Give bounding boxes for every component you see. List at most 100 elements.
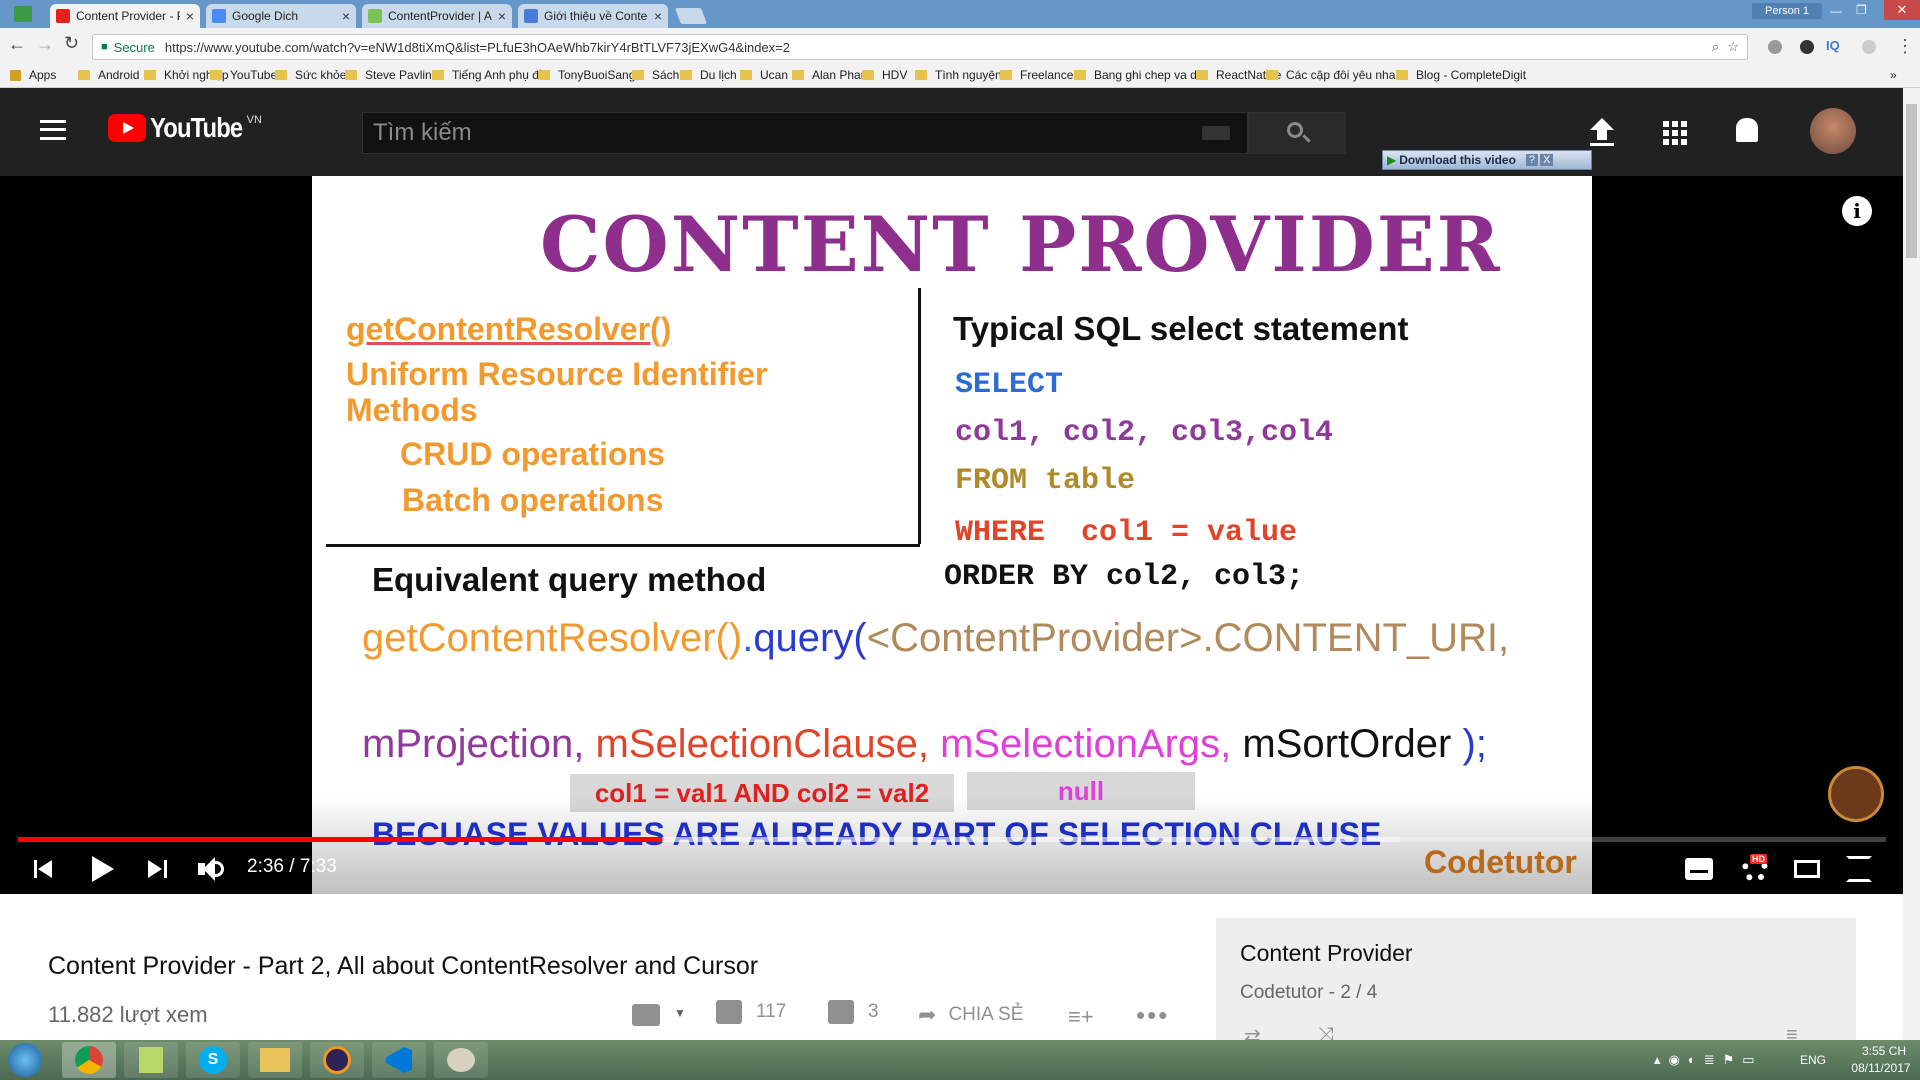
folder-icon <box>78 70 90 80</box>
minimize-icon[interactable]: — <box>1830 4 1842 18</box>
taskbar-vscode-icon[interactable] <box>372 1042 426 1078</box>
taskbar-eclipse-icon[interactable] <box>310 1042 364 1078</box>
upload-icon[interactable] <box>1590 118 1614 146</box>
like-button[interactable]: 117 <box>716 1000 786 1024</box>
profile-button[interactable]: Person 1 <box>1752 3 1822 19</box>
new-tab-button[interactable] <box>675 8 707 24</box>
query-dot: . <box>742 616 754 660</box>
extension-gray-icon[interactable] <box>1862 40 1876 54</box>
download-video-bar[interactable]: ▶ Download this video ? X <box>1382 150 1592 170</box>
taskbar-chrome-icon[interactable] <box>62 1042 116 1078</box>
page-scrollbar[interactable] <box>1903 88 1920 1040</box>
bookmark-item[interactable]: Tiếng Anh phụ đề <box>432 68 546 82</box>
bookmark-item[interactable]: Alan Phan <box>792 68 867 82</box>
channel-watermark-icon[interactable] <box>1828 766 1884 822</box>
tray-icons[interactable]: ▴◉◐≣⚑▭ <box>1654 1052 1763 1068</box>
bookmark-label: Apps <box>29 68 57 82</box>
fullscreen-icon[interactable] <box>1846 856 1872 882</box>
zoom-icon[interactable]: ⌕ <box>1712 39 1719 55</box>
play-button[interactable] <box>92 856 114 882</box>
bookmark-item[interactable]: Sức khỏe <box>275 68 346 82</box>
dropdown-arrow-icon[interactable]: ▼ <box>674 1006 686 1020</box>
close-tab-icon[interactable]: × <box>654 8 662 24</box>
bookmarks-overflow-icon[interactable]: » <box>1890 68 1897 82</box>
tab-google-dich[interactable]: Google Dich × <box>206 4 356 28</box>
add-to-icon[interactable] <box>632 1004 660 1026</box>
taskbar-notepad-icon[interactable] <box>124 1042 178 1078</box>
info-icon[interactable]: i <box>1842 196 1872 226</box>
bookmark-item[interactable]: YouTube <box>210 68 277 82</box>
dislike-button[interactable]: 3 <box>828 1000 879 1024</box>
like-count: 117 <box>756 1001 787 1022</box>
clock-date[interactable]: 08/11/2017 <box>1846 1061 1916 1075</box>
bookmark-label: Sách <box>652 68 680 82</box>
previous-button[interactable] <box>34 858 56 880</box>
bookmark-item[interactable]: Các cập đôi yêu nhau <box>1266 68 1402 82</box>
close-tab-icon[interactable]: × <box>498 8 506 24</box>
add-to-playlist-icon[interactable]: ≡+ <box>1068 1004 1094 1030</box>
folder-icon <box>680 70 692 80</box>
youtube-logo[interactable]: YouTube VN <box>108 112 262 144</box>
address-bar[interactable]: ■ Secure https://www.youtube.com/watch?v… <box>92 34 1748 60</box>
playlist-title[interactable]: Content Provider <box>1240 940 1413 967</box>
bookmark-item[interactable]: Steve Pavlina <box>345 68 438 82</box>
notifications-bell-icon[interactable] <box>1736 118 1758 142</box>
tab-gioi-thieu[interactable]: Giới thiệu về Content Pro × <box>518 4 668 28</box>
arg-sort-order: mSortOrder <box>1242 722 1452 766</box>
bookmark-item[interactable]: Blog - CompleteDigit <box>1396 68 1526 82</box>
back-icon[interactable]: ← <box>8 34 26 55</box>
tab-content-provider[interactable]: Content Provider - Part 2 × <box>50 4 200 28</box>
menu-kebab-icon[interactable]: ⋮ <box>1896 36 1914 57</box>
hamburger-menu-icon[interactable] <box>40 120 66 140</box>
extension-k-icon[interactable] <box>1800 40 1814 54</box>
share-button[interactable]: ➦ CHIA SẺ <box>918 1002 1023 1028</box>
left-item-methods: Methods <box>346 392 478 428</box>
start-button-icon[interactable] <box>8 1043 42 1077</box>
avatar[interactable] <box>1810 108 1856 154</box>
extension-icon[interactable] <box>1768 40 1782 54</box>
taskbar-skype-icon[interactable]: S <box>186 1042 240 1078</box>
apps-grid-icon[interactable] <box>1663 121 1687 145</box>
bookmark-item[interactable]: Freelancer <box>1000 68 1077 82</box>
search-button[interactable] <box>1248 112 1346 154</box>
maximize-icon[interactable]: ❐ <box>1856 3 1867 17</box>
equiv-heading: Equivalent query method <box>372 561 767 598</box>
bookmark-item[interactable]: Du lịch <box>680 68 737 82</box>
scrollbar-thumb[interactable] <box>1906 104 1917 258</box>
close-tab-icon[interactable]: × <box>342 8 350 24</box>
theater-mode-icon[interactable] <box>1794 860 1820 878</box>
share-label: CHIA SẺ <box>948 1004 1024 1025</box>
folder-icon <box>345 70 357 80</box>
keyboard-icon[interactable] <box>1202 126 1230 140</box>
bookmark-item[interactable]: Sách <box>632 68 679 82</box>
bookmark-item[interactable]: HDV <box>862 68 907 82</box>
bookmark-label: HDV <box>882 68 908 82</box>
taskbar-paint-icon[interactable] <box>434 1042 488 1078</box>
search-input[interactable]: Tìm kiếm <box>362 112 1248 154</box>
download-help-button[interactable]: ? <box>1525 154 1539 166</box>
bookmark-item[interactable]: Bang ghi chep va du <box>1074 68 1203 82</box>
progress-bar[interactable] <box>18 837 1886 842</box>
apps-launcher-icon[interactable] <box>14 6 32 22</box>
bookmark-item[interactable]: Ucan <box>740 68 788 82</box>
bookmark-item[interactable]: Android <box>78 68 139 82</box>
reload-icon[interactable]: ↻ <box>64 33 79 54</box>
download-close-button[interactable]: X <box>1540 154 1554 166</box>
forward-icon[interactable]: → <box>36 34 54 55</box>
bookmark-item[interactable]: Tình nguyện <box>915 68 1002 82</box>
bookmark-item[interactable]: TonyBuoiSang <box>538 68 635 82</box>
video-frame[interactable]: CONTENT PROVIDER getContentResolver() Un… <box>312 176 1592 894</box>
tab-android-docs[interactable]: ContentProvider | Andro × <box>362 4 512 28</box>
close-window-icon[interactable]: ✕ <box>1884 0 1920 20</box>
more-actions-icon[interactable]: ••• <box>1136 1000 1169 1031</box>
language-indicator[interactable]: ENG <box>1800 1053 1826 1067</box>
next-button[interactable] <box>148 858 170 880</box>
taskbar-explorer-icon[interactable] <box>248 1042 302 1078</box>
bookmark-item[interactable]: Apps <box>10 68 56 82</box>
clock-time[interactable]: 3:55 CH <box>1852 1044 1916 1058</box>
extension-iq-icon[interactable]: IQ <box>1826 38 1840 53</box>
bookmark-star-icon[interactable]: ☆ <box>1727 39 1739 55</box>
close-tab-icon[interactable]: × <box>186 8 194 24</box>
volume-icon[interactable] <box>198 854 228 884</box>
subtitles-icon[interactable] <box>1685 858 1713 880</box>
